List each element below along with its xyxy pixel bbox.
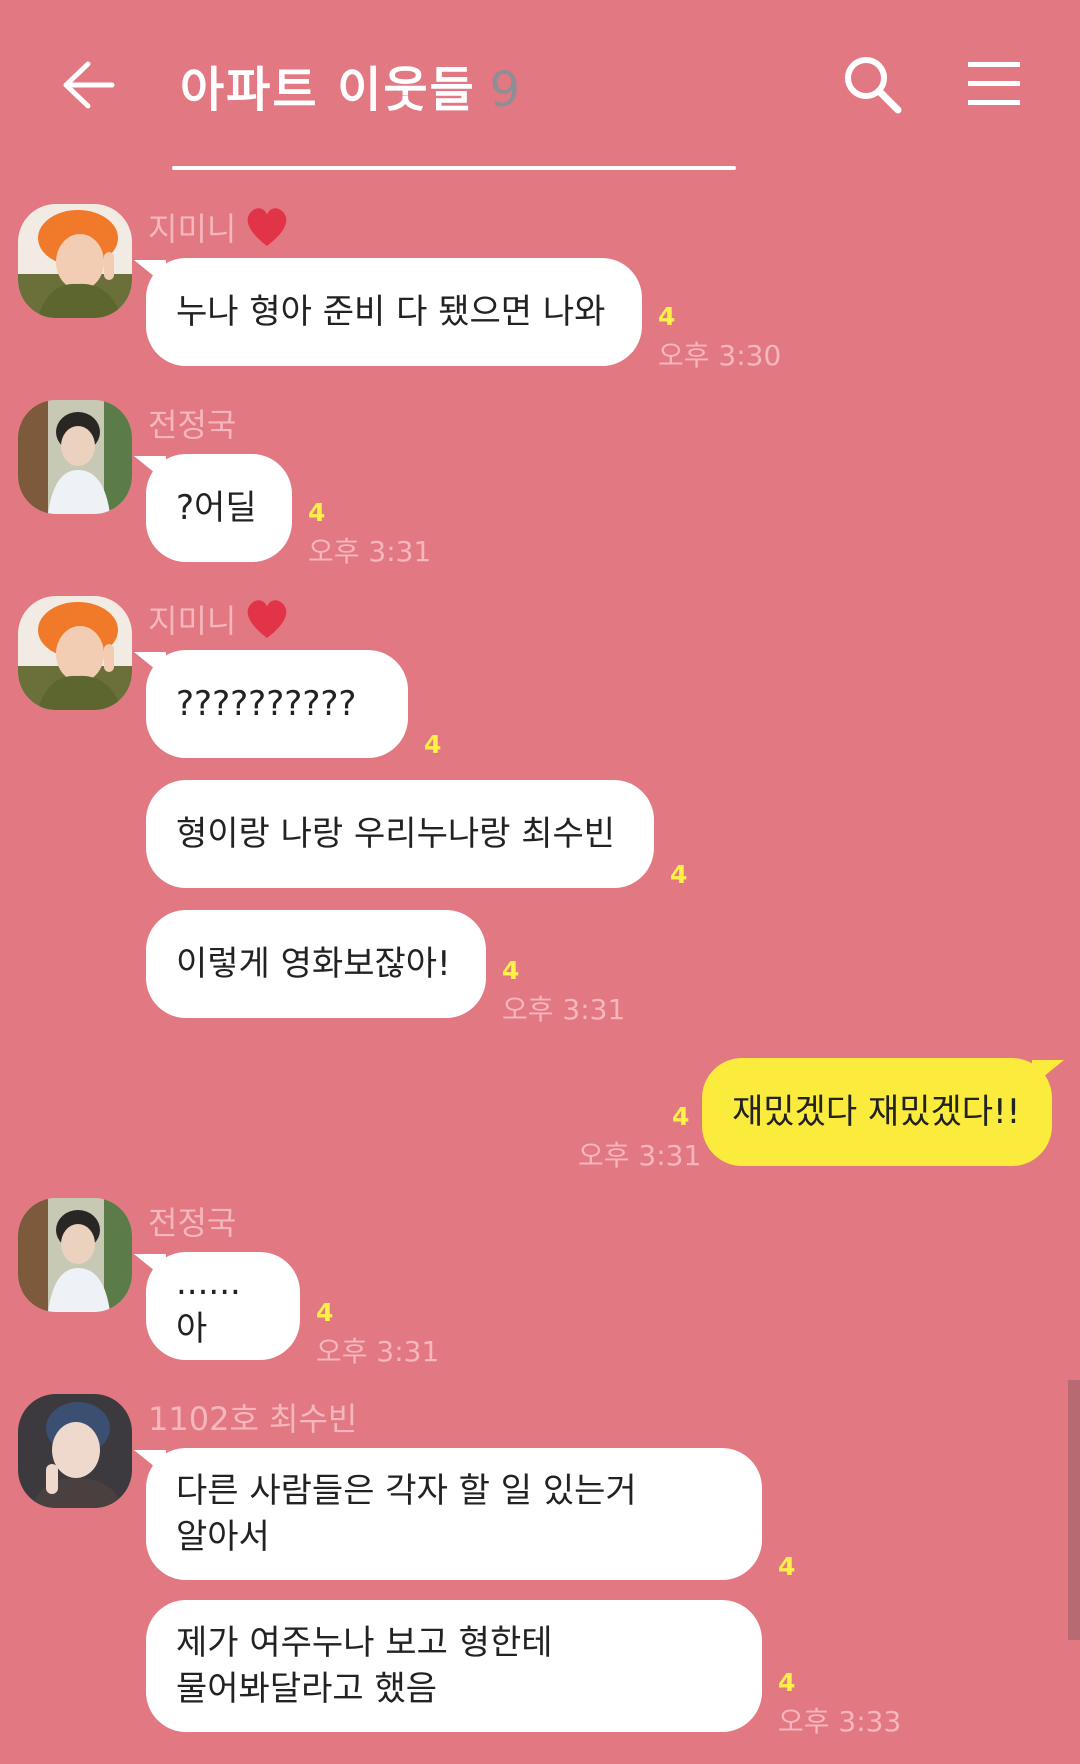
back-button[interactable] xyxy=(58,58,116,112)
message-bubble[interactable]: ?????????? xyxy=(134,650,408,758)
unread-count: 4 xyxy=(502,956,520,985)
message-bubble[interactable]: 형이랑 나랑 우리누나랑 최수빈 xyxy=(146,780,654,888)
unread-count: 4 xyxy=(778,1668,796,1697)
message-text: ......아 xyxy=(176,1263,241,1349)
message-time: 오후 3:30 xyxy=(658,339,782,372)
message-bubble[interactable]: ......아 xyxy=(134,1252,300,1360)
member-count: 9 xyxy=(489,62,523,118)
message-time: 오후 3:33 xyxy=(778,1705,902,1738)
scrollbar[interactable] xyxy=(1068,1380,1080,1640)
message-text: 제가 여주누나 보고 형한테 물어봐달라고 했음 xyxy=(176,1623,553,1709)
message-text: 재밌겠다 재밌겠다!! xyxy=(732,1092,1021,1132)
hamburger-menu-icon xyxy=(968,62,1020,105)
sender-name: 전정국 xyxy=(148,406,237,444)
header-divider xyxy=(172,166,736,170)
sender-name: 지미니 xyxy=(148,602,237,640)
my-message-bubble[interactable]: 재밌겠다 재밌겠다!! xyxy=(702,1058,1064,1166)
search-icon xyxy=(845,57,902,114)
unread-count: 4 xyxy=(424,730,442,759)
unread-count: 4 xyxy=(658,302,676,331)
message-bubble[interactable]: 누나 형아 준비 다 됐으면 나와 xyxy=(134,258,642,366)
message-text: 누나 형아 준비 다 됐으면 나와 xyxy=(176,292,606,332)
avatar-soobin[interactable] xyxy=(18,1394,132,1508)
message-time: 오후 3:31 xyxy=(316,1335,440,1368)
menu-button[interactable] xyxy=(966,60,1022,108)
unread-count: 4 xyxy=(308,498,326,527)
heart-icon xyxy=(247,208,287,246)
message-bubble[interactable]: 이렇게 영화보잖아! xyxy=(146,910,486,1018)
message-text: 형이랑 나랑 우리누나랑 최수빈 xyxy=(176,814,616,854)
message-time: 오후 3:31 xyxy=(578,1139,702,1172)
chat-room-name: 아파트 이웃들 xyxy=(180,62,476,118)
profile-photo xyxy=(18,204,132,318)
avatar-jungkook[interactable] xyxy=(18,1198,132,1312)
arrow-left-icon xyxy=(63,61,115,109)
unread-count: 4 xyxy=(316,1298,334,1327)
message-text: ?어딜 xyxy=(176,488,257,528)
message-time: 오후 3:31 xyxy=(502,993,626,1026)
message-bubble[interactable]: ?어딜 xyxy=(134,454,292,562)
message-text: 다른 사람들은 각자 할 일 있는거 알아서 xyxy=(176,1471,637,1557)
avatar-jimin[interactable] xyxy=(18,596,132,710)
sender-name: 1102호 최수빈 xyxy=(148,1400,358,1438)
profile-photo xyxy=(18,1198,132,1312)
message-text: 이렇게 영화보잖아! xyxy=(176,944,451,984)
message-text: ?????????? xyxy=(176,684,357,724)
sender-name: 지미니 xyxy=(148,210,237,248)
avatar-jimin[interactable] xyxy=(18,204,132,318)
search-button[interactable] xyxy=(842,54,904,116)
sender-name: 전정국 xyxy=(148,1204,237,1242)
unread-count: 4 xyxy=(672,1102,690,1131)
profile-photo xyxy=(18,1394,132,1508)
profile-photo xyxy=(18,596,132,710)
heart-icon xyxy=(247,600,287,638)
profile-photo xyxy=(18,400,132,514)
chat-room-title: 아파트 이웃들 9 xyxy=(180,50,522,120)
message-time: 오후 3:31 xyxy=(308,535,432,568)
unread-count: 4 xyxy=(778,1552,796,1581)
unread-count: 4 xyxy=(670,860,688,889)
message-bubble[interactable]: 제가 여주누나 보고 형한테 물어봐달라고 했음 xyxy=(146,1600,762,1732)
chat-header: 아파트 이웃들 9 xyxy=(0,0,1080,170)
message-bubble[interactable]: 다른 사람들은 각자 할 일 있는거 알아서 xyxy=(134,1448,762,1580)
avatar-jungkook[interactable] xyxy=(18,400,132,514)
